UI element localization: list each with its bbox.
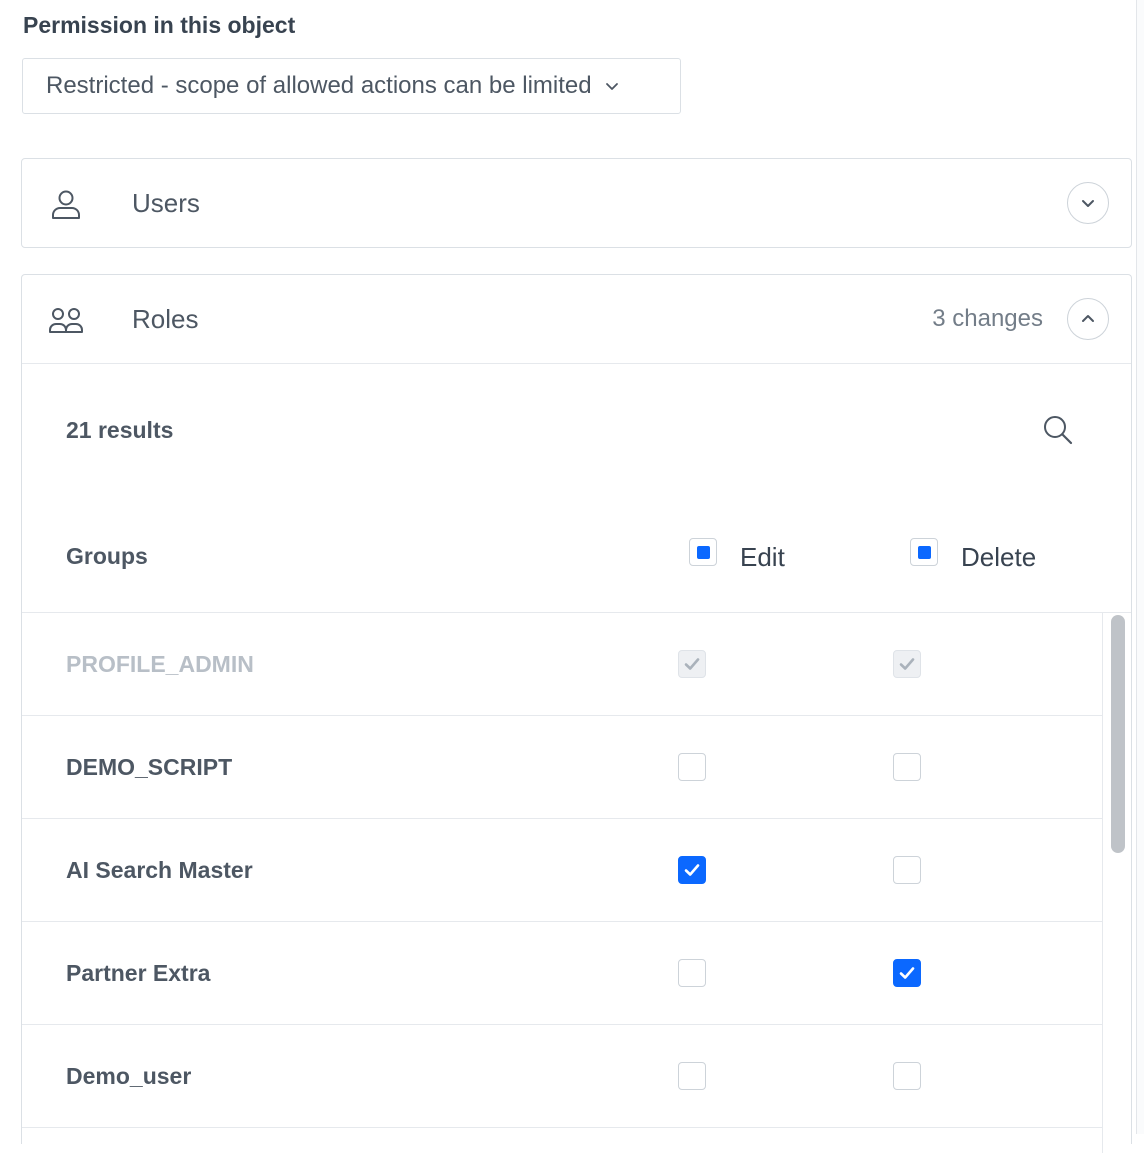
table-row: AI Search Master: [22, 819, 1102, 922]
table-row: DEMO_SCRIPT: [22, 716, 1102, 819]
chevron-up-icon: [1082, 315, 1094, 322]
changes-count: 3 changes: [932, 305, 1043, 332]
users-title: Users: [132, 187, 200, 218]
role-name: PROFILE_ADMIN: [66, 651, 254, 677]
user-icon: [48, 186, 84, 222]
edit-select-all-checkbox[interactable]: [689, 538, 717, 566]
table-header: Groups Edit Delete: [22, 495, 1131, 613]
scrollbar[interactable]: [1102, 613, 1133, 1153]
table-row: Partner Extra: [22, 922, 1102, 1025]
delete-select-all-checkbox[interactable]: [910, 538, 938, 566]
scrollbar-thumb[interactable]: [1111, 615, 1125, 853]
users-section: Users: [21, 158, 1132, 248]
roles-collapse-button[interactable]: [1067, 298, 1109, 340]
delete-checkbox[interactable]: [893, 1062, 921, 1090]
role-name: AI Search Master: [66, 857, 253, 883]
permission-label: Permission in this object: [23, 12, 296, 38]
chevron-down-icon: [1082, 200, 1094, 207]
delete-checkbox[interactable]: [893, 856, 921, 884]
roles-title: Roles: [132, 303, 199, 334]
role-name: Demo_user: [66, 1063, 192, 1089]
role-name: Partner Extra: [66, 960, 211, 986]
chevron-down-icon: [604, 76, 624, 96]
delete-checkbox: [893, 650, 921, 678]
results-count: 21 results: [66, 417, 174, 443]
edit-checkbox[interactable]: [678, 753, 706, 781]
page-edge: [1136, 0, 1144, 1134]
edit-column-header: Edit: [740, 542, 785, 572]
groups-column-header: Groups: [66, 543, 148, 569]
table-row: PROFILE_ADMIN: [22, 613, 1102, 716]
delete-column-header: Delete: [961, 542, 1037, 572]
roles-section-header[interactable]: Roles 3 changes: [22, 275, 1131, 364]
role-name: DEMO_SCRIPT: [66, 754, 233, 780]
users-expand-button[interactable]: [1067, 182, 1109, 224]
table-row: Demo_user: [22, 1025, 1102, 1128]
users-section-header[interactable]: Users: [22, 159, 1131, 247]
edit-checkbox[interactable]: [678, 959, 706, 987]
delete-checkbox[interactable]: [893, 959, 921, 987]
delete-checkbox[interactable]: [893, 753, 921, 781]
edit-checkbox[interactable]: [678, 856, 706, 884]
roles-table-body: PROFILE_ADMIN DEMO_SCRIPT AI Search Mast…: [22, 613, 1102, 1128]
search-icon[interactable]: [1041, 413, 1075, 447]
permission-select-value: Restricted - scope of allowed actions ca…: [46, 72, 592, 99]
users-icon: [48, 302, 84, 338]
edit-checkbox: [678, 650, 706, 678]
edit-checkbox[interactable]: [678, 1062, 706, 1090]
permission-select[interactable]: Restricted - scope of allowed actions ca…: [22, 58, 681, 114]
roles-section: Roles 3 changes 21 results Groups Edit D…: [21, 274, 1132, 1153]
